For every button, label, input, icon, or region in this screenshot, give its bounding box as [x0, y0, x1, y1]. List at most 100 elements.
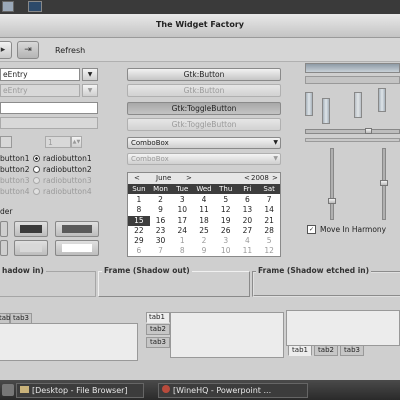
calendar[interactable]: < June > < 2008 > Sun Mon Tue Wed Thu Fri Sat …: [127, 172, 281, 257]
swatch-button-dark[interactable]: [14, 221, 48, 237]
calendar-day[interactable]: 7: [258, 195, 280, 205]
calendar-day[interactable]: 18: [193, 216, 215, 226]
notebook-middle-tab-3[interactable]: tab3: [146, 337, 170, 348]
vscale-4[interactable]: [378, 88, 386, 112]
vslider-1-knob[interactable]: [328, 198, 336, 204]
calendar-day[interactable]: 4: [193, 195, 215, 205]
spin-left[interactable]: [0, 136, 12, 148]
notebook-left-tab-2[interactable]: tab2: [0, 313, 15, 324]
radio-row-1[interactable]: radiobutton1: [33, 153, 92, 164]
notebook-right-tab-1[interactable]: tab1: [288, 345, 312, 356]
calendar-day[interactable]: 28: [258, 226, 280, 236]
calendar-day[interactable]: 1: [171, 236, 193, 246]
calendar-day[interactable]: 24: [171, 226, 193, 236]
gtk-toggle-button[interactable]: Gtk:ToggleButton: [127, 102, 281, 115]
calendar-day[interactable]: 3: [215, 236, 237, 246]
calendar-day[interactable]: 19: [215, 216, 237, 226]
notebook-right-tab-3[interactable]: tab3: [340, 345, 364, 356]
combo-box[interactable]: ComboBox ▼: [127, 137, 281, 149]
radio-on-icon: [33, 155, 40, 162]
calendar-day[interactable]: 5: [215, 195, 237, 205]
hscale-track[interactable]: [305, 63, 400, 73]
calendar-day[interactable]: 27: [237, 226, 259, 236]
swatch-button-white[interactable]: [55, 240, 99, 256]
spin-right-arrows: ▲▼: [71, 136, 82, 148]
radio-disabled-on-icon: [33, 177, 40, 184]
calendar-day[interactable]: 12: [258, 246, 280, 256]
refresh-button[interactable]: Refresh: [55, 46, 85, 55]
calendar-day[interactable]: 7: [150, 246, 172, 256]
hslider-1[interactable]: [305, 129, 400, 134]
check-row-3: button3: [0, 175, 30, 186]
notebook-right-tab-2[interactable]: tab2: [314, 345, 338, 356]
calendar-day[interactable]: 6: [128, 246, 150, 256]
calendar-day[interactable]: 3: [171, 195, 193, 205]
move-in-harmony-checkbox[interactable]: ✓ Move In Harmony: [307, 225, 386, 234]
notebook-left-tab-3[interactable]: tab3: [10, 313, 32, 324]
radio-label-2: radiobutton2: [43, 165, 92, 174]
notebook-middle-panel: [170, 312, 284, 358]
calendar-day[interactable]: 6: [237, 195, 259, 205]
notebook-middle-tab-1[interactable]: tab1: [146, 312, 170, 323]
combo-box-disabled-value: ComboBox: [131, 155, 169, 163]
weekday-header: Mon: [153, 185, 168, 193]
calendar-day[interactable]: 21: [258, 216, 280, 226]
taskbar-item-powerpoint[interactable]: [WineHQ - Powerpoint ...: [158, 383, 308, 398]
calendar-day[interactable]: 1: [128, 195, 150, 205]
vscale-1[interactable]: [305, 92, 313, 116]
calendar-day[interactable]: 22: [128, 226, 150, 236]
vslider-2-knob[interactable]: [380, 180, 388, 186]
calendar-day[interactable]: 10: [215, 246, 237, 256]
radio-row-4: radiobutton4: [33, 186, 92, 197]
calendar-day[interactable]: 12: [215, 205, 237, 215]
calendar-day[interactable]: 9: [193, 246, 215, 256]
prev-year-button[interactable]: <: [244, 173, 250, 184]
calendar-day[interactable]: 9: [150, 205, 172, 215]
calendar-day[interactable]: 8: [128, 205, 150, 215]
check-row-1[interactable]: button1: [0, 153, 30, 164]
taskbar-icon[interactable]: [2, 384, 14, 396]
swatch-button-light[interactable]: [14, 240, 48, 256]
calendar-day[interactable]: 2: [150, 195, 172, 205]
swatch-button-1[interactable]: [0, 221, 8, 237]
calendar-day[interactable]: 2: [193, 236, 215, 246]
calendar-day[interactable]: 16: [150, 216, 172, 226]
calendar-day[interactable]: 11: [193, 205, 215, 215]
entry-combo-button[interactable]: ▼: [82, 68, 98, 81]
calendar-day[interactable]: 15: [128, 215, 150, 226]
taskbar-item-file-browser[interactable]: [Desktop - File Browser]: [16, 383, 144, 398]
swatch-button-gray[interactable]: [55, 221, 99, 237]
calendar-day[interactable]: 14: [258, 205, 280, 215]
plain-entry[interactable]: [0, 102, 98, 114]
next-year-button[interactable]: >: [272, 173, 278, 184]
spin-arrows-icon: ▲▼: [72, 139, 81, 145]
toolbar-button-mirror[interactable]: ⇥: [17, 41, 39, 59]
calendar-day[interactable]: 10: [171, 205, 193, 215]
radio-row-2[interactable]: radiobutton2: [33, 164, 92, 175]
check-label-3: button3: [0, 176, 30, 185]
calendar-day[interactable]: 29: [128, 236, 150, 246]
toolbar-button-left[interactable]: ▸: [0, 41, 12, 59]
vscale-2[interactable]: [322, 98, 330, 124]
gtk-button[interactable]: Gtk:Button: [127, 68, 281, 81]
calendar-day[interactable]: 13: [237, 205, 259, 215]
vslider-1[interactable]: [330, 148, 334, 220]
entry-field[interactable]: eEntry: [0, 68, 80, 81]
calendar-day[interactable]: 8: [171, 246, 193, 256]
check-row-2[interactable]: button2: [0, 164, 30, 175]
calendar-day[interactable]: 26: [215, 226, 237, 236]
swatch-dark-fill: [20, 225, 42, 233]
notebook-middle-tab-2[interactable]: tab2: [146, 324, 170, 335]
calendar-day[interactable]: 20: [237, 216, 259, 226]
calendar-day[interactable]: 23: [150, 226, 172, 236]
calendar-day[interactable]: 11: [237, 246, 259, 256]
calendar-day[interactable]: 17: [171, 216, 193, 226]
calendar-day[interactable]: 5: [258, 236, 280, 246]
hslider-1-knob[interactable]: [365, 128, 372, 134]
next-month-button[interactable]: >: [186, 173, 192, 184]
prev-month-button[interactable]: <: [134, 173, 140, 184]
calendar-day[interactable]: 30: [150, 236, 172, 246]
calendar-day[interactable]: 4: [237, 236, 259, 246]
calendar-day[interactable]: 25: [193, 226, 215, 236]
swatch-button-2[interactable]: [0, 240, 8, 256]
